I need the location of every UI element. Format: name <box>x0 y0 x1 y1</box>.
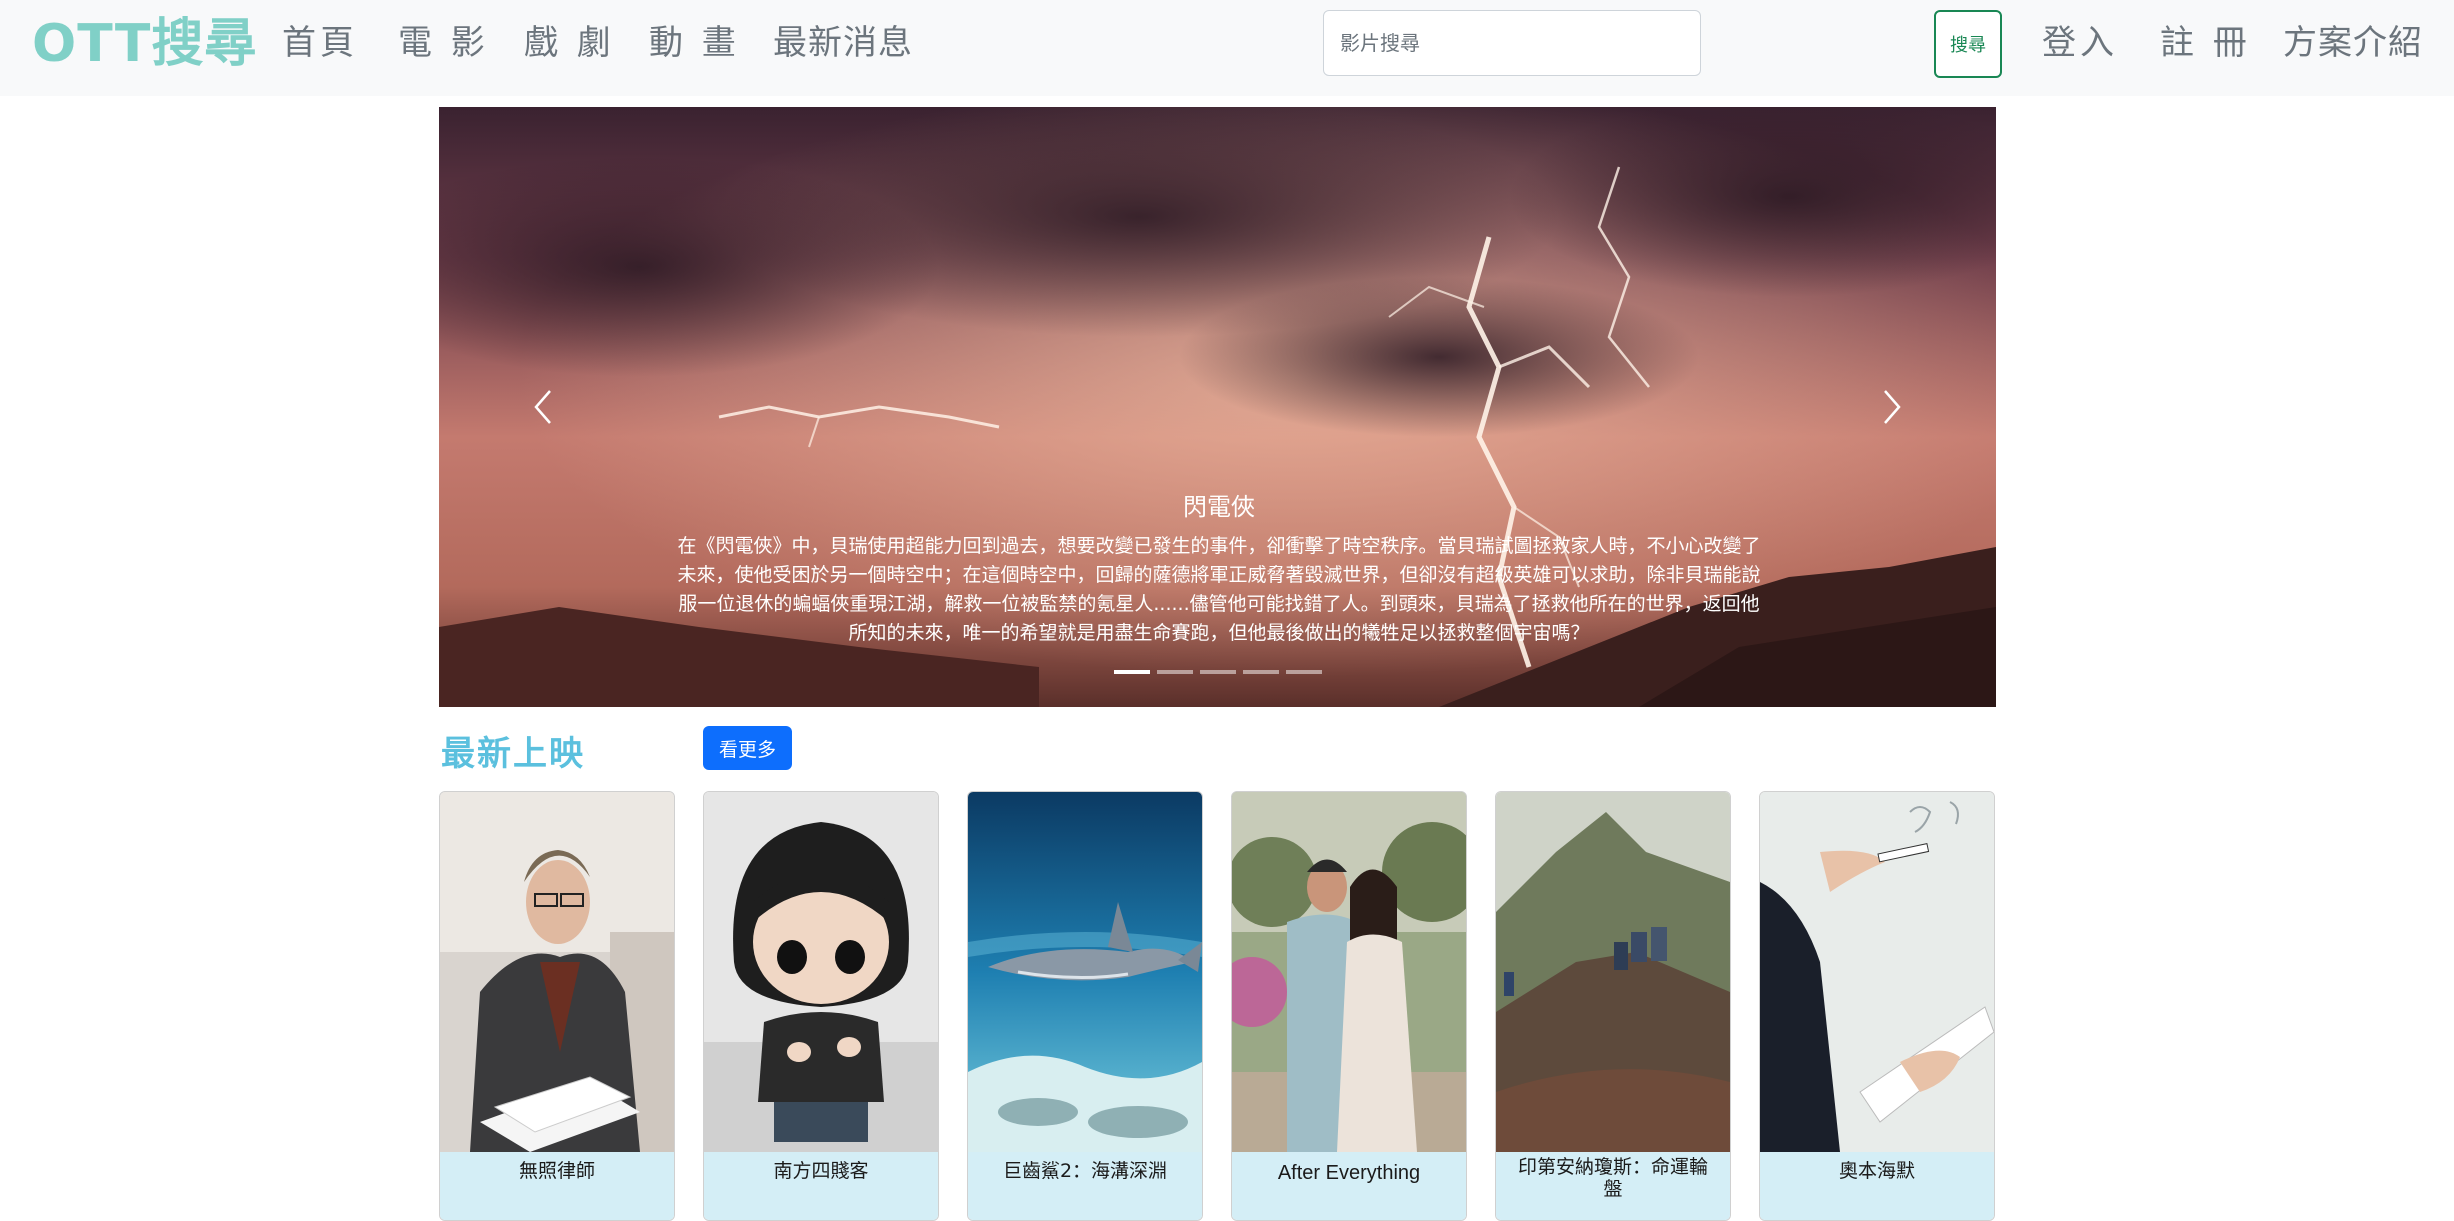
search-button[interactable]: 搜尋 <box>1934 10 2002 78</box>
movie-poster-image <box>1232 792 1466 1152</box>
movie-title: After Everything <box>1232 1152 1466 1220</box>
hero-carousel: 閃電俠 在《閃電俠》中，貝瑞使用超能力回到過去，想要改變已發生的事件，卻衝擊了時… <box>439 107 1996 707</box>
movie-title: 南方四賤客 <box>704 1152 938 1220</box>
carousel-next-button[interactable] <box>1841 357 1941 457</box>
movie-poster-image <box>440 792 674 1152</box>
carousel-indicators <box>439 670 1996 674</box>
search-input[interactable] <box>1323 10 1701 76</box>
movie-title: 無照律師 <box>440 1152 674 1220</box>
movie-poster-image <box>1760 792 1994 1152</box>
nav-login[interactable]: 登入 <box>2042 18 2118 68</box>
movie-card[interactable]: After Everything <box>1231 791 1467 1221</box>
movie-card[interactable]: 無照律師 <box>439 791 675 1221</box>
movie-card[interactable]: 印第安納瓊斯：命運輪盤 <box>1495 791 1731 1221</box>
movie-poster-image <box>704 792 938 1152</box>
carousel-indicator-4[interactable] <box>1242 670 1279 674</box>
movie-card[interactable]: 奧本海默 <box>1759 791 1995 1221</box>
carousel-indicator-2[interactable] <box>1156 670 1193 674</box>
carousel-title: 閃電俠 <box>1183 493 1255 521</box>
nav-plans[interactable]: 方案介紹 <box>2283 18 2423 68</box>
movie-poster-image <box>1496 792 1730 1152</box>
nav-home[interactable]: 首頁 <box>282 18 358 68</box>
chevron-left-icon <box>534 390 551 424</box>
nav-movies[interactable]: 電 影 <box>398 18 489 68</box>
see-more-button[interactable]: 看更多 <box>703 726 792 770</box>
nav-dramas[interactable]: 戲 劇 <box>524 18 615 68</box>
nav-news[interactable]: 最新消息 <box>773 18 913 68</box>
nav-register[interactable]: 註 冊 <box>2160 18 2251 68</box>
latest-heading: 最新上映 <box>441 734 585 774</box>
chevron-right-icon <box>1884 390 1901 424</box>
movie-poster-image <box>968 792 1202 1152</box>
carousel-indicator-1[interactable] <box>1113 670 1150 674</box>
carousel-prev-button[interactable] <box>494 357 594 457</box>
top-navbar: OTT搜尋 首頁 電 影 戲 劇 動 畫 最新消息 搜尋 登入 註 冊 方案介紹 <box>0 0 2454 96</box>
carousel-description: 在《閃電俠》中，貝瑞使用超能力回到過去，想要改變已發生的事件，卻衝擊了時空秩序。… <box>677 535 1761 644</box>
movie-title: 奧本海默 <box>1760 1152 1994 1220</box>
movie-card[interactable]: 巨齒鯊2：海溝深淵 <box>967 791 1203 1221</box>
movie-title: 印第安納瓊斯：命運輪盤 <box>1496 1152 1730 1220</box>
movie-card[interactable]: 南方四賤客 <box>703 791 939 1221</box>
carousel-caption: 閃電俠 在《閃電俠》中，貝瑞使用超能力回到過去，想要改變已發生的事件，卻衝擊了時… <box>669 482 1769 648</box>
carousel-indicator-3[interactable] <box>1199 670 1236 674</box>
movie-title: 巨齒鯊2：海溝深淵 <box>968 1152 1202 1220</box>
carousel-indicator-5[interactable] <box>1285 670 1322 674</box>
brand-logo[interactable]: OTT搜尋 <box>32 12 257 76</box>
nav-anime[interactable]: 動 畫 <box>649 18 740 68</box>
